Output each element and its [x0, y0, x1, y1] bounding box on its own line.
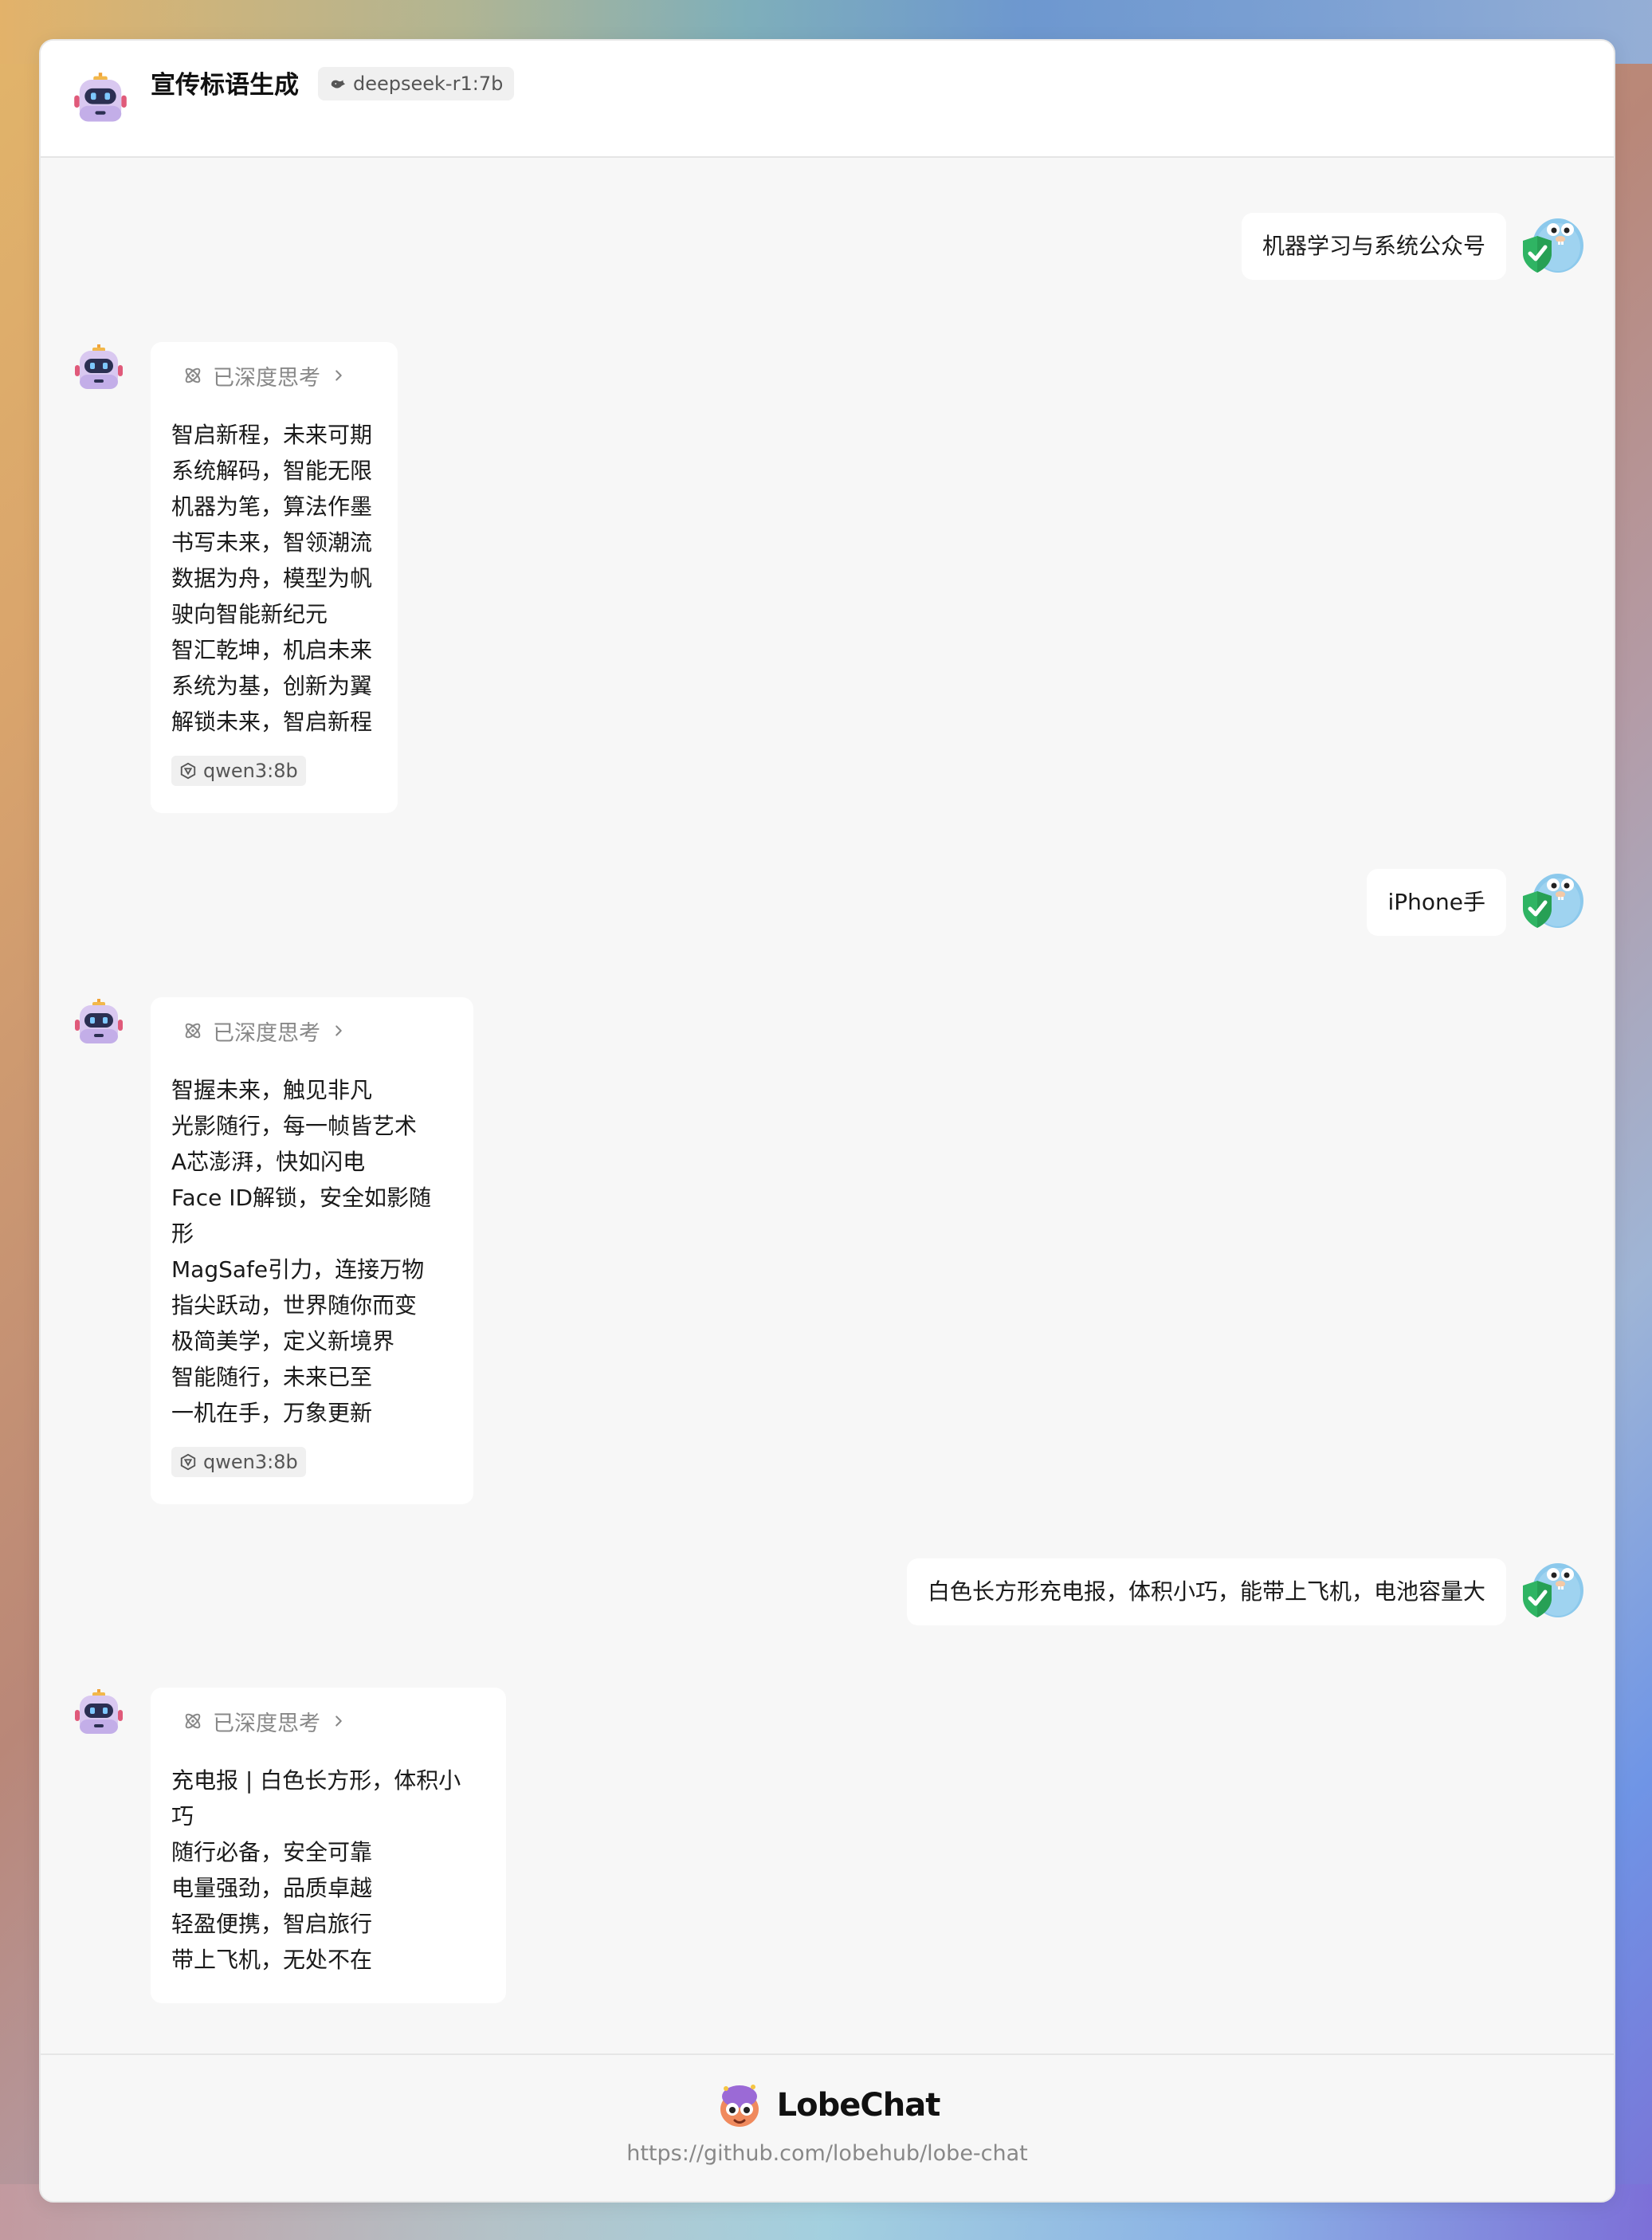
message-line: 极简美学，定义新境界: [171, 1328, 395, 1354]
robot-icon[interactable]: [73, 71, 128, 127]
message-line: 智汇乾坤，机启未来: [171, 637, 373, 663]
chat-title: 宣传标语生成: [151, 71, 299, 100]
message-line: 光影随行，每一帧皆艺术: [171, 1113, 418, 1139]
message-line: 巧: [171, 1803, 194, 1829]
atom-icon: [182, 365, 203, 386]
message-line: 机器为笔，算法作墨: [171, 493, 373, 520]
message-line: 充电报 | 白色长方形，体积小: [171, 1767, 461, 1794]
message-line: 带上飞机，无处不在: [171, 1947, 373, 1973]
whale-icon: [329, 75, 347, 92]
gopher-shield-icon[interactable]: [1521, 867, 1585, 931]
robot-icon[interactable]: [73, 997, 124, 1048]
message-line: 智启新程，未来可期: [171, 422, 373, 448]
atom-icon: [182, 1020, 203, 1041]
assistant-message: 已深度思考 智启新程，未来可期 系统解码，智能无限 机器为笔，算法作墨 书写未来…: [151, 342, 398, 813]
message-line: A芯澎湃，快如闪电: [171, 1149, 366, 1175]
user-message-text: 机器学习与系统公众号: [1262, 233, 1485, 259]
assistant-lines: 智启新程，未来可期 系统解码，智能无限 机器为笔，算法作墨 书写未来，智领潮流 …: [171, 417, 377, 740]
assistant-lines: 智握未来，触见非凡 光影随行，每一帧皆艺术 A芯澎湃，快如闪电 Face ID解…: [171, 1072, 453, 1431]
footer-logo-row: LobeChat: [41, 2081, 1614, 2130]
model-tag[interactable]: deepseek-r1:7b: [318, 67, 515, 100]
thinking-label: 已深度思考: [213, 1711, 320, 1736]
message-line: 书写未来，智领潮流: [171, 529, 373, 556]
robot-icon[interactable]: [73, 1688, 124, 1739]
gopher-shield-icon[interactable]: [1521, 1557, 1585, 1621]
robot-icon[interactable]: [73, 343, 124, 394]
assistant-lines: 充电报 | 白色长方形，体积小 巧 随行必备，安全可靠 电量强劲，品质卓越 轻盈…: [171, 1763, 485, 1978]
thinking-label: 已深度思考: [213, 1020, 320, 1046]
qwen-icon: [179, 1453, 197, 1471]
message-line: 形: [171, 1220, 194, 1247]
chevron-right-icon: [330, 367, 347, 384]
message-line: 指尖跃动，世界随你而变: [171, 1292, 418, 1318]
thinking-toggle[interactable]: 已深度思考: [171, 1704, 485, 1739]
message-line: Face ID解锁，安全如影随: [171, 1185, 432, 1211]
lobe-logo-icon: [720, 2085, 759, 2127]
message-line: 一机在手，万象更新: [171, 1400, 373, 1426]
thinking-label: 已深度思考: [213, 365, 320, 391]
gopher-shield-icon[interactable]: [1521, 212, 1585, 276]
chevron-right-icon: [330, 1022, 347, 1039]
message-line: MagSafe引力，连接万物: [171, 1256, 425, 1283]
chat-window: 宣传标语生成 deepseek-r1:7b 机器学习与系统公众号 已深度思考 智…: [39, 39, 1615, 2203]
message-line: 电量强劲，品质卓越: [171, 1875, 373, 1901]
user-message[interactable]: 白色长方形充电报，体积小巧，能带上飞机，电池容量大: [906, 1558, 1506, 1625]
assistant-message: 已深度思考 智握未来，触见非凡 光影随行，每一帧皆艺术 A芯澎湃，快如闪电 Fa…: [151, 997, 473, 1504]
message-line: 系统为基，创新为翼: [171, 673, 373, 699]
thinking-toggle[interactable]: 已深度思考: [171, 1013, 453, 1048]
qwen-icon: [179, 762, 197, 780]
response-model-tag[interactable]: qwen3:8b: [171, 756, 306, 786]
message-line: 轻盈便携，智启旅行: [171, 1911, 373, 1937]
message-line: 驶向智能新纪元: [171, 601, 328, 627]
chevron-right-icon: [330, 1712, 347, 1730]
response-model-label: qwen3:8b: [203, 760, 298, 782]
user-message[interactable]: iPhone手: [1367, 869, 1506, 936]
message-line: 数据为舟，模型为帆: [171, 565, 373, 591]
message-line: 智握未来，触见非凡: [171, 1077, 373, 1103]
thinking-toggle[interactable]: 已深度思考: [171, 358, 377, 393]
message-line: 系统解码，智能无限: [171, 458, 373, 484]
response-model-label: qwen3:8b: [203, 1451, 298, 1473]
message-line: 解锁未来，智启新程: [171, 709, 373, 735]
user-message[interactable]: 机器学习与系统公众号: [1241, 213, 1506, 280]
footer: LobeChat https://github.com/lobehub/lobe…: [41, 2053, 1614, 2201]
brand-name: LobeChat: [776, 2087, 941, 2124]
user-message-text: iPhone手: [1387, 889, 1485, 915]
message-line: 随行必备，安全可靠: [171, 1839, 373, 1865]
assistant-message: 已深度思考 充电报 | 白色长方形，体积小 巧 随行必备，安全可靠 电量强劲，品…: [151, 1688, 506, 2003]
chat-header: 宣传标语生成 deepseek-r1:7b: [41, 41, 1614, 158]
user-message-text: 白色长方形充电报，体积小巧，能带上飞机，电池容量大: [927, 1578, 1485, 1605]
model-tag-label: deepseek-r1:7b: [353, 73, 504, 95]
repo-link[interactable]: https://github.com/lobehub/lobe-chat: [41, 2141, 1614, 2166]
response-model-tag[interactable]: qwen3:8b: [171, 1447, 306, 1477]
atom-icon: [182, 1711, 203, 1731]
message-line: 智能随行，未来已至: [171, 1364, 373, 1390]
